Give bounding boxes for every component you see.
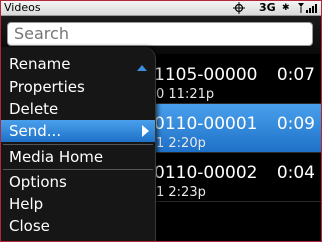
gps-icon — [233, 2, 245, 14]
menu-item-media-home[interactable]: Media Home — [1, 146, 155, 168]
scroll-up-icon[interactable] — [137, 65, 147, 71]
signal-icon — [298, 3, 317, 13]
video-duration: 0:04 — [276, 163, 315, 183]
app-title: Videos — [4, 1, 41, 14]
menu-item-help[interactable]: Help — [1, 193, 155, 215]
menu-item-close[interactable]: Close — [1, 215, 155, 237]
menu-item-send[interactable]: Send... — [1, 120, 155, 142]
menu-item-options[interactable]: Options — [1, 171, 155, 193]
menu-item-properties[interactable]: Properties — [1, 76, 155, 98]
menu-item-rename[interactable]: Rename — [1, 55, 155, 77]
menu-item-delete[interactable]: Delete — [1, 98, 155, 120]
video-name: 1105-00000 — [154, 65, 258, 85]
submenu-arrow-icon — [142, 125, 149, 137]
video-date: 0 11:21p — [156, 87, 215, 102]
video-date: 1 2:23p — [156, 185, 206, 200]
video-duration: 0:09 — [276, 114, 315, 134]
status-bar: Videos 3G ✱ — [1, 1, 321, 16]
bluetooth-icon: ✱ — [282, 3, 290, 13]
video-date: 1 2:20p — [156, 136, 206, 151]
video-name: 0110-00002 — [154, 163, 258, 183]
device-screen: Videos 3G ✱ 1105-00000 0:07 0 11:21p 011… — [0, 0, 322, 242]
search-input[interactable] — [7, 22, 313, 46]
context-menu: Rename Properties Delete Send... Media H… — [1, 47, 156, 241]
menu-divider — [3, 144, 153, 145]
video-duration: 0:07 — [276, 65, 315, 85]
video-name: 0110-00001 — [154, 114, 258, 134]
menu-divider — [3, 169, 153, 170]
network-type: 3G — [259, 1, 276, 14]
